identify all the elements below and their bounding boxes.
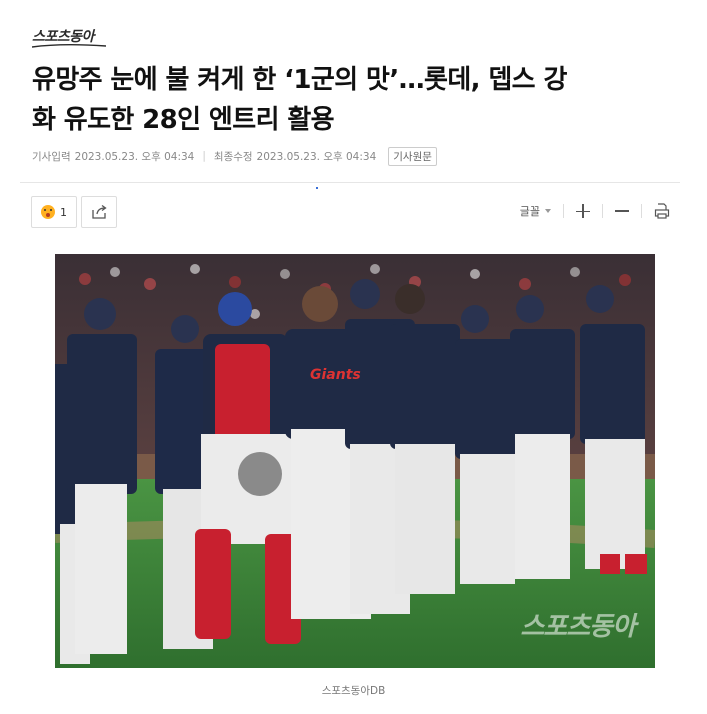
published-time: 2023.05.23. 오후 04:34 <box>74 150 195 163</box>
headline-line-1: 유망주 눈에 불 켜게 한 ‘1군의 맛’…롯데, 뎁스 강 <box>32 65 567 95</box>
print-icon[interactable] <box>654 203 670 219</box>
chevron-down-icon <box>545 209 551 213</box>
modified-label: 최종수정 <box>213 150 253 163</box>
photo-watermark: 스포츠동아 <box>520 612 636 642</box>
font-select[interactable]: 글꼴 <box>520 203 540 219</box>
plus-icon[interactable] <box>576 204 590 218</box>
toolbar-divider <box>602 204 603 218</box>
reaction-count: 1 <box>60 205 67 219</box>
article-photo: Giants 스포츠동아 <box>55 254 655 668</box>
photo-caption: 스포츠동아DB <box>321 685 386 697</box>
progress-dot <box>316 187 318 189</box>
headline-line-2: 화 유도한 28인 엔트리 활용 <box>32 105 335 135</box>
toolbar-divider <box>563 204 564 218</box>
article-meta: 기사입력 2023.05.23. 오후 04:34 | 최종수정 2023.05… <box>32 146 437 166</box>
view-toolbar: 글꼴 <box>520 200 670 222</box>
logo-swoosh-icon <box>32 44 106 48</box>
reaction-toolbar: 1 <box>31 196 117 228</box>
meta-divider: | <box>202 150 206 162</box>
modified-time: 2023.05.23. 오후 04:34 <box>256 150 377 163</box>
header-divider <box>20 182 680 183</box>
original-article-button[interactable]: 기사원문 <box>388 146 437 166</box>
toolbar-divider <box>641 204 642 218</box>
minus-icon[interactable] <box>615 210 629 212</box>
site-logo[interactable]: 스포츠동아 <box>32 26 106 48</box>
published-label: 기사입력 <box>32 150 71 163</box>
article-headline: 유망주 눈에 불 켜게 한 ‘1군의 맛’…롯데, 뎁스 강 화 유도한 28인… <box>32 60 682 140</box>
reaction-button[interactable]: 1 <box>31 196 77 228</box>
surprised-face-icon <box>41 205 55 219</box>
share-button[interactable] <box>81 196 117 228</box>
share-icon <box>92 204 107 219</box>
jersey-text: Giants <box>310 367 361 383</box>
